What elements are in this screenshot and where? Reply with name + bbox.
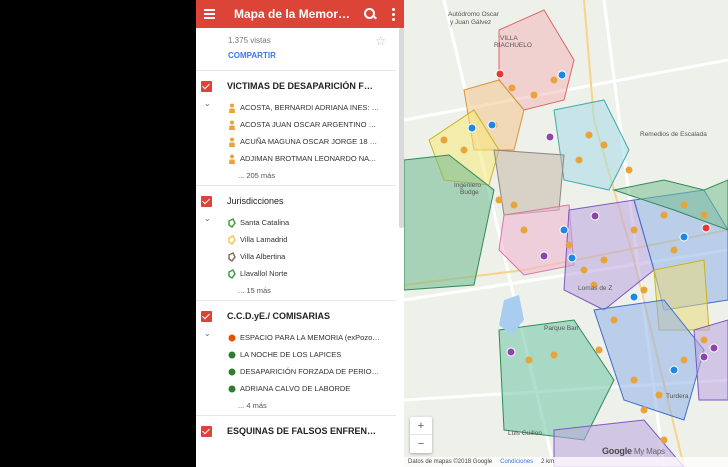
left-black-margin: [0, 0, 196, 467]
google-logo: Google My Maps: [602, 446, 665, 456]
list-item[interactable]: ADJIMAN BROTMAN LEONARDO NATA...: [228, 150, 404, 167]
map-canvas[interactable]: Autódromo Oscar y Juan Gálvez VILLA RIAC…: [404, 0, 728, 467]
more-options-icon[interactable]: [388, 7, 398, 21]
layer-title[interactable]: VICTIMAS DE DESAPARICIÓN FORZA...: [227, 81, 377, 91]
zone-gray-budge[interactable]: [493, 149, 565, 216]
legend-panel: Mapa de la Memoria de... 1.375 vistas CO…: [196, 0, 404, 467]
map-label: Parque Barr: [544, 325, 580, 332]
show-more-link[interactable]: ... 4 más: [196, 397, 404, 413]
map-label: Lomas de Z: [578, 285, 612, 292]
layer-victimas: VICTIMAS DE DESAPARICIÓN FORZA... ⌄ ACOS…: [196, 71, 404, 185]
polygon-icon: [228, 234, 236, 245]
map-label: Turdera: [666, 393, 689, 400]
list-item-label: ADJIMAN BROTMAN LEONARDO NATA...: [240, 154, 380, 163]
polygon-icon: [228, 217, 236, 228]
layer-esquinas: ESQUINAS DE FALSOS ENFRENTAMI...: [196, 416, 404, 442]
list-item[interactable]: ACUÑA MAGUNA OSCAR JORGE 18 año...: [228, 133, 404, 150]
list-item-label: Santa Catalina: [240, 218, 290, 227]
terms-link[interactable]: Condiciones: [500, 459, 533, 465]
list-item-label: ACOSTA, BERNARDI ADRIANA INES: Na...: [240, 103, 380, 112]
zoom-in-button[interactable]: +: [410, 417, 432, 435]
zoom-out-button[interactable]: −: [410, 435, 432, 453]
layer-checkbox-esquinas[interactable]: [201, 425, 212, 437]
layer-title[interactable]: C.C.D.yE./ COMISARIAS: [227, 311, 377, 321]
list-item-label: Villa Lamadrid: [240, 235, 288, 244]
layer-comisarias: C.C.D.yE./ COMISARIAS ⌄ ESPACIO PARA LA …: [196, 301, 404, 415]
person-pin-icon: [229, 154, 235, 164]
layer-jurisdicciones: Jurisdicciones ⌄ Santa Catalina Villa La…: [196, 186, 404, 300]
list-item[interactable]: Villa Lamadrid: [228, 231, 404, 248]
map-attribution: Datos de mapas ©2018 Google Condiciones …: [404, 457, 728, 467]
layer-checkbox-jurisdicciones[interactable]: [201, 195, 212, 207]
map-svg: Autódromo Oscar y Juan Gálvez VILLA RIAC…: [404, 0, 728, 467]
show-more-link[interactable]: ... 15 más: [196, 282, 404, 298]
polygon-icon: [228, 268, 236, 279]
list-item-label: ACOSTA JUAN OSCAR ARGENTINO 22 a...: [240, 120, 380, 129]
map-label: Ingeniero: [454, 182, 481, 189]
list-item[interactable]: ADRIANA CALVO DE LABORDE: [228, 380, 404, 397]
attribution-text: Datos de mapas ©2018 Google: [408, 459, 493, 465]
map-label: Budge: [460, 189, 479, 196]
list-item-label: ESPACIO PARA LA MEMORIA (exPozo B...: [240, 333, 380, 342]
person-pin-icon: [229, 120, 235, 130]
list-item[interactable]: ACOSTA, BERNARDI ADRIANA INES: Na...: [228, 99, 404, 116]
show-more-link[interactable]: ... 205 más: [196, 167, 404, 183]
list-item-label: LA NOCHE DE LOS LAPICES: [240, 350, 342, 359]
mymaps-logo-text: My Maps: [633, 447, 665, 456]
share-button[interactable]: COMPARTIR: [228, 51, 404, 60]
person-pin-icon: [229, 137, 235, 147]
layer-title[interactable]: Jurisdicciones: [227, 196, 377, 206]
map-label: VILLA: [500, 35, 518, 42]
zone-pink[interactable]: [498, 204, 575, 276]
layer-checkbox-comisarias[interactable]: [201, 310, 212, 322]
list-item[interactable]: LA NOCHE DE LOS LAPICES: [228, 346, 404, 363]
layer-title[interactable]: ESQUINAS DE FALSOS ENFRENTAMI...: [227, 426, 377, 436]
list-item-label: Villa Albertina: [240, 252, 286, 261]
list-item[interactable]: Santa Catalina: [228, 214, 404, 231]
search-icon[interactable]: [362, 6, 378, 22]
layer-checkbox-victimas[interactable]: [201, 80, 212, 92]
place-marker-icon: [228, 368, 236, 375]
list-item[interactable]: ACOSTA JUAN OSCAR ARGENTINO 22 a...: [228, 116, 404, 133]
list-item-label: ACUÑA MAGUNA OSCAR JORGE 18 año...: [240, 137, 380, 146]
map-title: Mapa de la Memoria de...: [234, 7, 352, 21]
zone-lavender-east[interactable]: [693, 319, 728, 401]
map-label: y Juan Gálvez: [450, 19, 491, 26]
place-marker-icon: [228, 385, 236, 392]
chevron-down-icon[interactable]: ⌄: [204, 329, 211, 338]
list-item[interactable]: Llavallol Norte: [228, 265, 404, 282]
map-label: RIACHUELO: [494, 42, 532, 49]
star-icon[interactable]: ☆: [375, 34, 386, 48]
menu-icon[interactable]: [202, 5, 220, 23]
list-item[interactable]: ESPACIO PARA LA MEMORIA (exPozo B...: [228, 329, 404, 346]
map-label: Remedios de Escalada: [640, 131, 707, 138]
map-meta: 1.375 vistas COMPARTIR ☆: [196, 28, 404, 70]
map-label: Luis Guillon: [508, 430, 542, 437]
list-item-label: ADRIANA CALVO DE LABORDE: [240, 384, 351, 393]
person-pin-icon: [229, 103, 235, 113]
polygon-icon: [228, 251, 236, 262]
map-label: Autódromo Oscar: [448, 11, 500, 18]
google-logo-text: Google: [602, 446, 632, 456]
app-bar: Mapa de la Memoria de...: [196, 0, 404, 28]
list-item-label: DESAPARICIÓN FORZADA DE PERIODIS...: [240, 367, 380, 376]
zoom-control: + −: [410, 417, 432, 453]
list-item-label: Llavallol Norte: [240, 269, 288, 278]
chevron-down-icon[interactable]: ⌄: [204, 214, 211, 223]
place-marker-icon: [228, 351, 236, 358]
scale-label: 2 km: [541, 459, 555, 465]
zone-teal-south[interactable]: [498, 319, 615, 441]
chevron-down-icon[interactable]: ⌄: [204, 99, 211, 108]
list-item[interactable]: Villa Albertina: [228, 248, 404, 265]
place-marker-icon: [228, 334, 236, 341]
list-item[interactable]: DESAPARICIÓN FORZADA DE PERIODIS...: [228, 363, 404, 380]
